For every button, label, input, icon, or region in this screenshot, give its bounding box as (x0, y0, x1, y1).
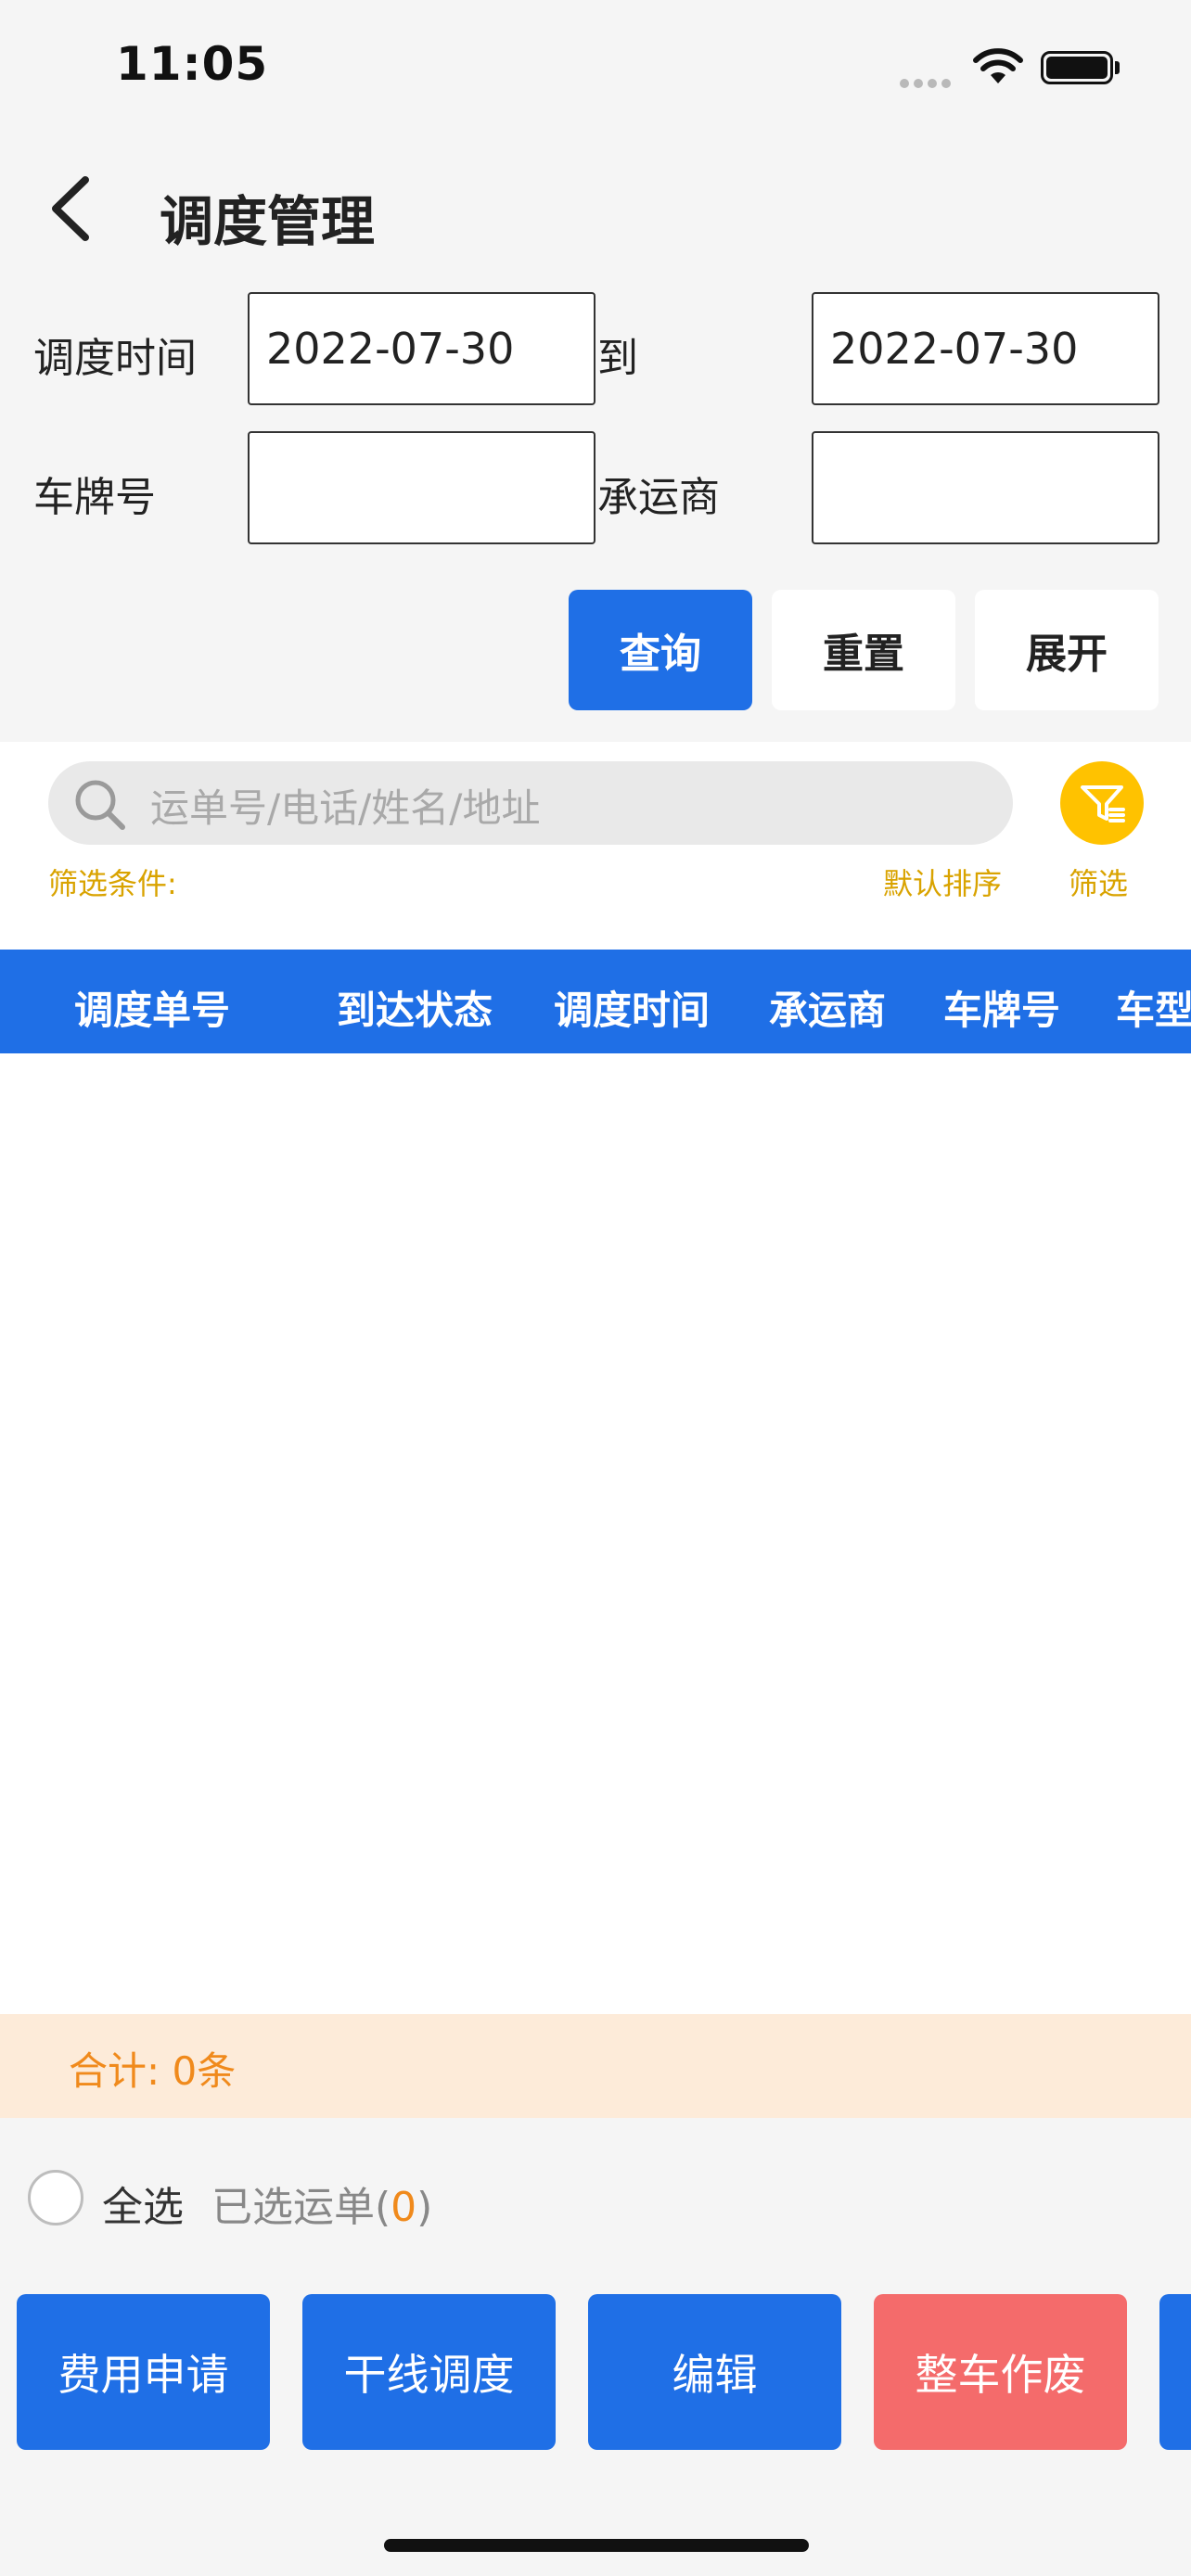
selected-label: 已选运单( (211, 2184, 391, 2231)
column-header[interactable]: 到达状态 (337, 979, 493, 1036)
table-header: 调度单号 到达状态 调度时间 承运商 车牌号 车型 (0, 950, 1191, 1053)
status-time: 11:05 (116, 37, 269, 91)
selected-orders-info: 已选运单(0) (211, 2174, 432, 2233)
filter-label[interactable]: 筛选 (1069, 861, 1128, 903)
reset-button[interactable]: 重置 (772, 590, 955, 710)
date-to-input[interactable]: 2022-07-30 (812, 292, 1159, 405)
search-icon (72, 777, 128, 833)
column-header[interactable]: 调度单号 (74, 979, 230, 1036)
selected-count: 0 (391, 2184, 417, 2231)
signal-icon (900, 74, 955, 88)
filter-icon (1081, 785, 1125, 823)
page-title: 调度管理 (160, 190, 376, 253)
select-all-radio[interactable] (28, 2170, 83, 2225)
total-count: 合计: 0条 (69, 2048, 237, 2094)
more-action-button[interactable] (1159, 2294, 1191, 2450)
search-placeholder: 运单号/电话/姓名/地址 (150, 785, 541, 831)
selected-suffix: ) (416, 2184, 433, 2231)
column-header[interactable]: 承运商 (769, 979, 886, 1036)
query-button[interactable]: 查询 (569, 590, 752, 710)
filter-button[interactable] (1060, 761, 1144, 845)
select-all-label[interactable]: 全选 (102, 2174, 184, 2233)
trunk-dispatch-button[interactable]: 干线调度 (302, 2294, 556, 2450)
battery-tip (1115, 61, 1120, 74)
back-icon[interactable] (45, 174, 100, 243)
list-panel (0, 742, 1191, 2017)
filter-conditions-label: 筛选条件: (48, 866, 177, 901)
plate-input[interactable] (248, 431, 596, 544)
carrier-label: 承运商 (597, 474, 720, 521)
edit-button[interactable]: 编辑 (588, 2294, 841, 2450)
dispatch-time-label: 调度时间 (33, 335, 197, 382)
default-sort-button[interactable]: 默认排序 (883, 861, 1002, 903)
plate-label: 车牌号 (33, 474, 156, 521)
column-header[interactable]: 车牌号 (943, 979, 1060, 1036)
home-indicator (384, 2539, 809, 2552)
void-vehicle-button[interactable]: 整车作废 (874, 2294, 1127, 2450)
expand-button[interactable]: 展开 (975, 590, 1159, 710)
date-from-input[interactable]: 2022-07-30 (248, 292, 596, 405)
carrier-input[interactable] (812, 431, 1159, 544)
wifi-icon (972, 46, 1024, 85)
battery-icon (1041, 51, 1113, 84)
to-label: 到 (597, 335, 638, 382)
column-header[interactable]: 车型 (1116, 979, 1191, 1036)
fee-request-button[interactable]: 费用申请 (17, 2294, 270, 2450)
column-header[interactable]: 调度时间 (554, 979, 710, 1036)
